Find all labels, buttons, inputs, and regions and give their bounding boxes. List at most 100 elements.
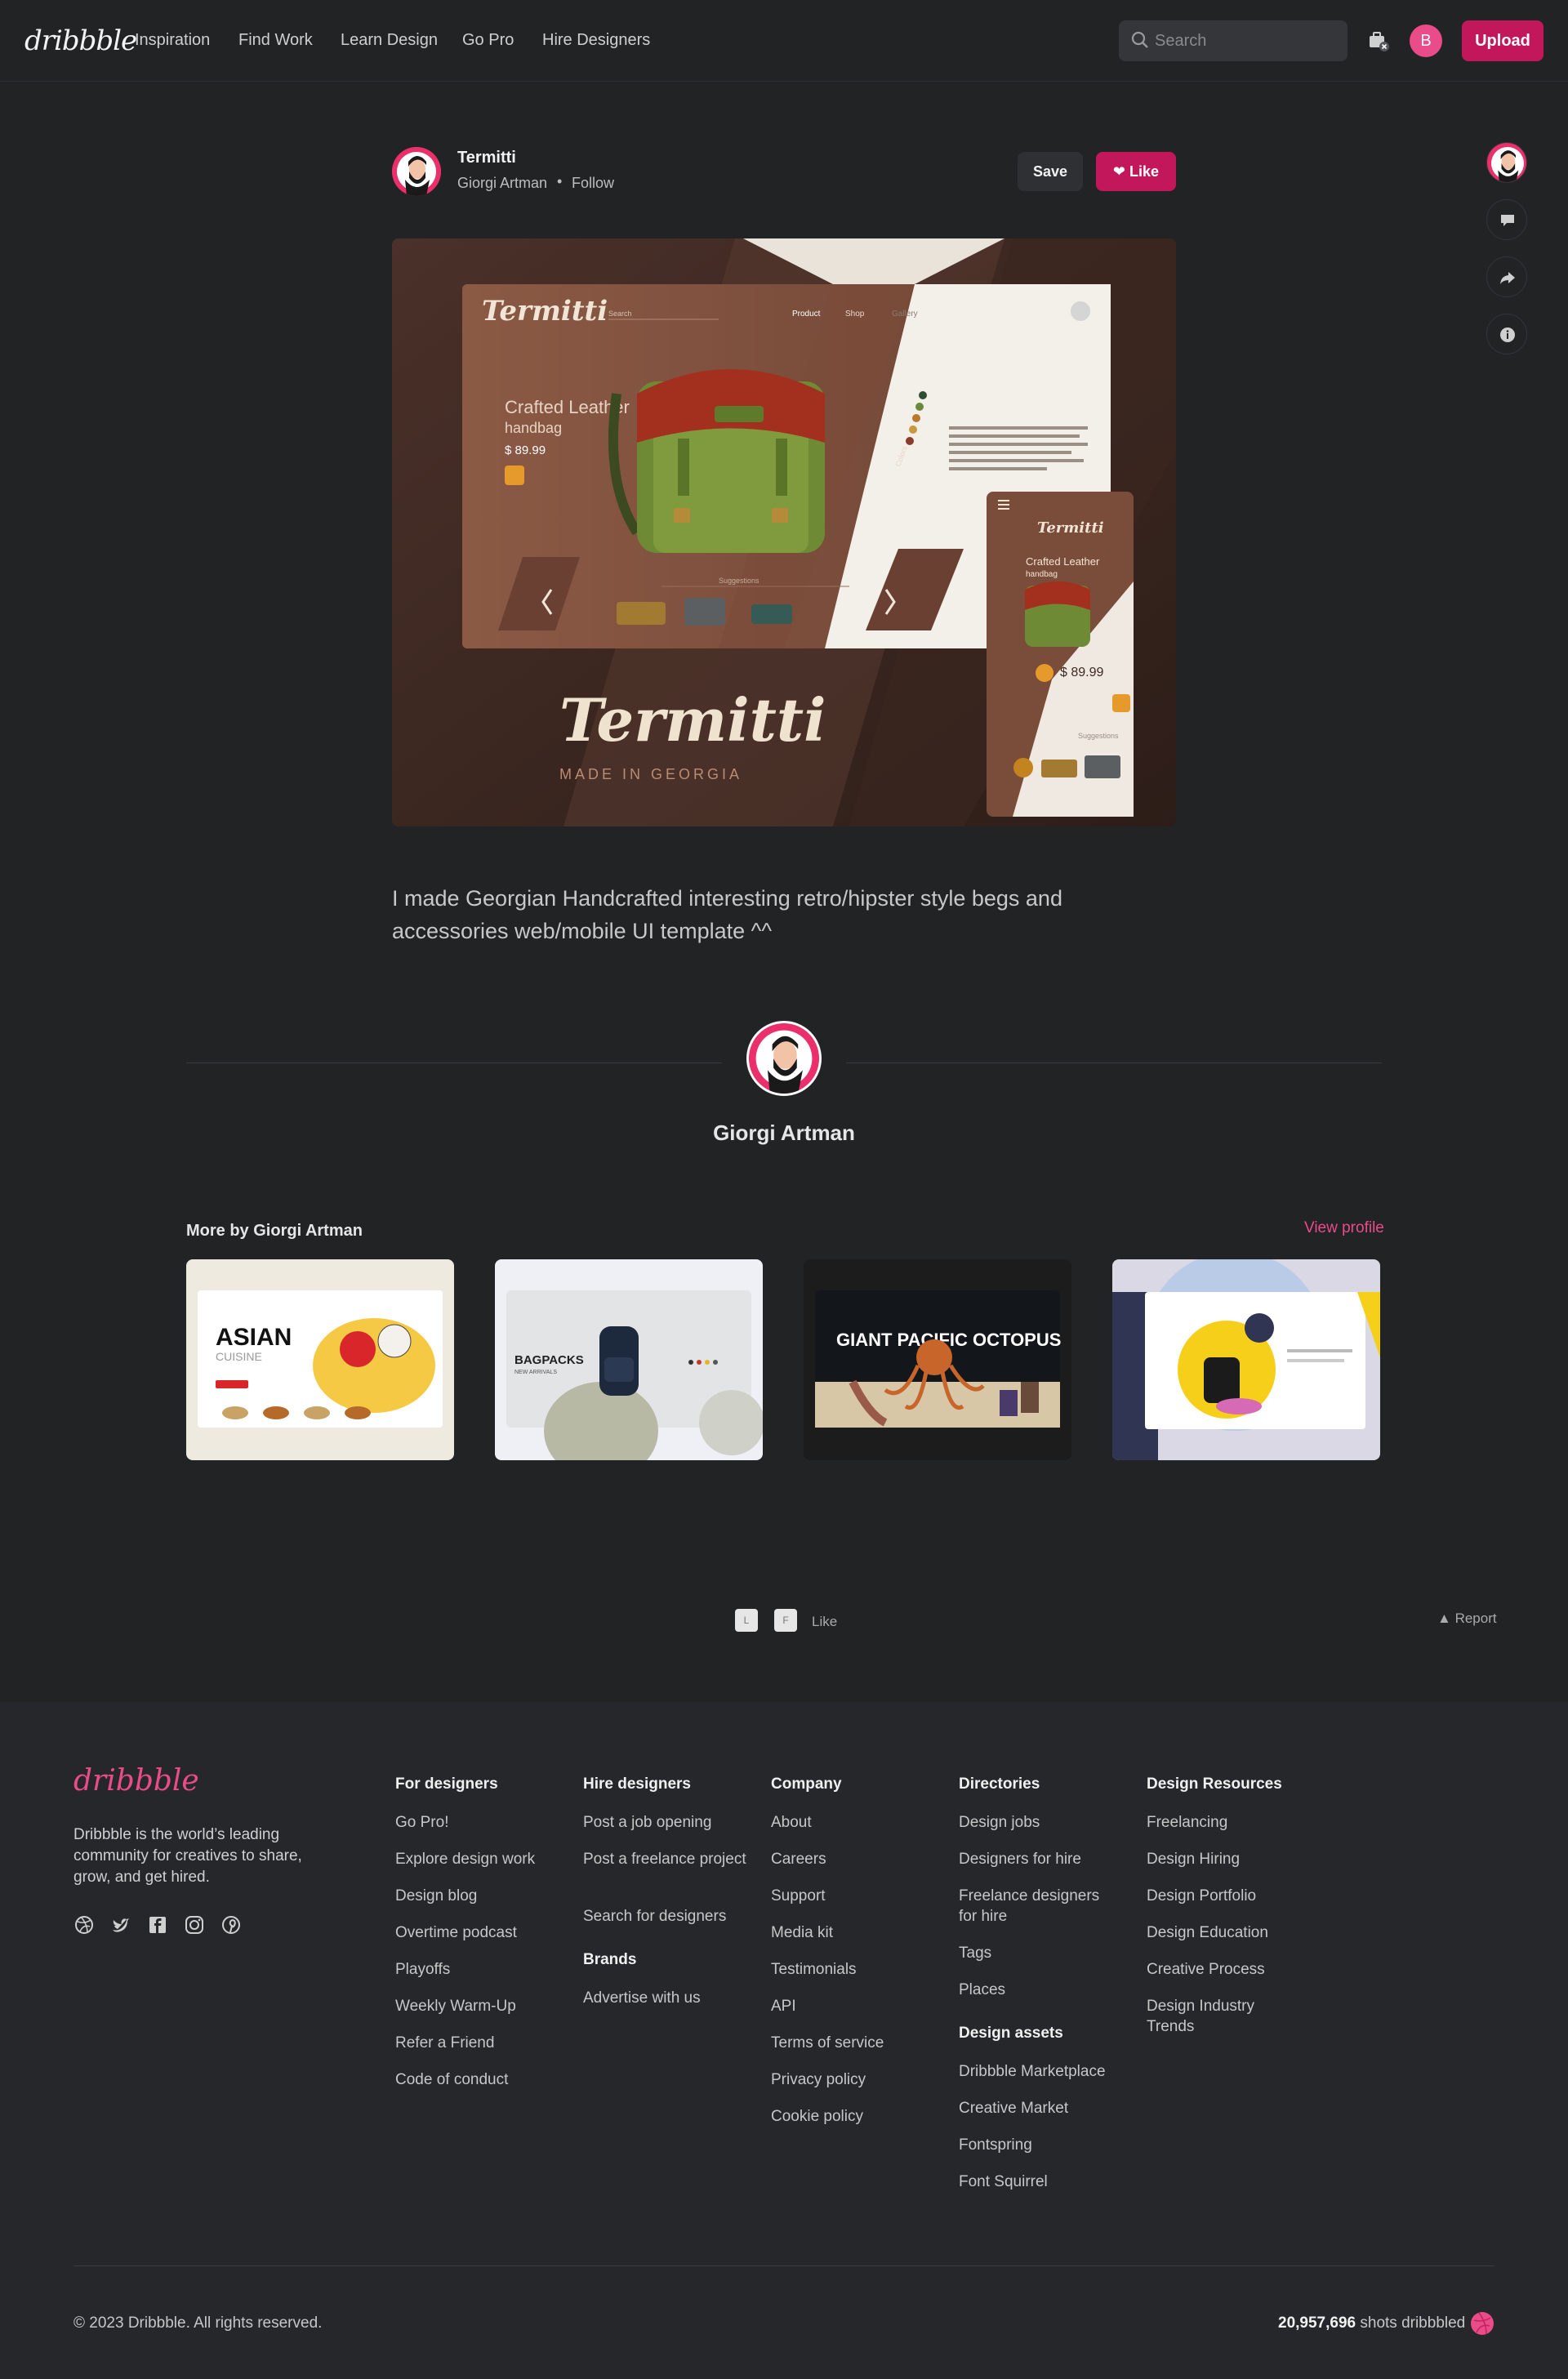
more-by-title: More by Giorgi Artman bbox=[186, 1222, 363, 1240]
comment-icon bbox=[1501, 215, 1514, 226]
footer-heading-design-resources: Design Resources bbox=[1147, 1775, 1282, 1793]
footer-link[interactable]: Design blog bbox=[395, 1886, 477, 1906]
like-text[interactable]: Like bbox=[812, 1614, 837, 1630]
footer-link[interactable]: Dribbble Marketplace bbox=[959, 2061, 1106, 2082]
footer-link[interactable]: Creative Process bbox=[1147, 1959, 1265, 1980]
footer-link[interactable]: Go Pro! bbox=[395, 1812, 448, 1833]
footer-link[interactable]: About bbox=[771, 1812, 812, 1833]
footer-link[interactable]: Search for designers bbox=[583, 1906, 726, 1927]
nav-inspiration[interactable]: Inspiration bbox=[135, 31, 210, 50]
upload-button[interactable]: Upload bbox=[1462, 20, 1544, 61]
mockup-nav-gallery: Gallery bbox=[892, 310, 918, 319]
footer-link[interactable]: Design Education bbox=[1147, 1922, 1268, 1943]
like-chip[interactable]: L bbox=[735, 1609, 758, 1632]
comments-button[interactable] bbox=[1486, 199, 1527, 240]
asian-cuisine-thumbnail: ASIAN CUISINE bbox=[198, 1290, 443, 1428]
report-link[interactable]: ▲ Report bbox=[1437, 1611, 1497, 1627]
footer-link[interactable]: Cookie policy bbox=[771, 2106, 863, 2127]
footer-link[interactable]: Freelancing bbox=[1147, 1812, 1227, 1833]
shot-author-link[interactable]: Giorgi Artman bbox=[457, 175, 547, 192]
save-button[interactable]: Save bbox=[1018, 152, 1083, 191]
like-chip[interactable]: F bbox=[774, 1609, 797, 1632]
mockup-search: Search bbox=[608, 310, 632, 318]
shot-thumbnail[interactable]: BAGPACKS NEW ARRIVALS bbox=[495, 1259, 763, 1460]
footer-link[interactable]: Design Hiring bbox=[1147, 1849, 1240, 1869]
footer-divider bbox=[74, 2265, 1494, 2266]
search-box[interactable] bbox=[1119, 20, 1348, 61]
search-icon bbox=[1131, 31, 1148, 48]
share-button[interactable] bbox=[1486, 256, 1527, 297]
shots-count-number: 20,957,696 bbox=[1278, 2314, 1356, 2332]
footer-link[interactable]: Privacy policy bbox=[771, 2069, 866, 2090]
footer-link[interactable]: Freelance designers for hire bbox=[959, 1886, 1114, 1927]
footer-link[interactable]: Refer a Friend bbox=[395, 2033, 494, 2053]
footer-link[interactable]: Code of conduct bbox=[395, 2069, 508, 2090]
heart-icon: ❤ bbox=[1112, 163, 1126, 180]
pinterest-icon[interactable] bbox=[220, 1914, 242, 1936]
footer-link[interactable]: Creative Market bbox=[959, 2098, 1068, 2118]
illustration-thumbnail bbox=[1112, 1259, 1380, 1460]
nav-go-pro[interactable]: Go Pro bbox=[462, 31, 514, 50]
instagram-icon[interactable] bbox=[184, 1914, 205, 1936]
view-profile-link[interactable]: View profile bbox=[1304, 1219, 1384, 1237]
footer-link[interactable]: Terms of service bbox=[771, 2033, 884, 2053]
footer-heading-company: Company bbox=[771, 1775, 842, 1793]
info-icon bbox=[1500, 327, 1515, 342]
footer-heading-design-assets: Design assets bbox=[959, 2025, 1063, 2042]
shot-thumbnail[interactable] bbox=[1112, 1259, 1380, 1460]
nav-find-work[interactable]: Find Work bbox=[238, 31, 313, 50]
footer-link[interactable]: Weekly Warm-Up bbox=[395, 1996, 516, 2016]
author-large-avatar[interactable] bbox=[746, 1021, 822, 1096]
shot-title: Termitti bbox=[457, 149, 516, 167]
footer-link[interactable]: Explore design work bbox=[395, 1849, 535, 1869]
rail-author-avatar[interactable] bbox=[1486, 142, 1527, 183]
footer-link[interactable]: API bbox=[771, 1996, 796, 2016]
twitter-icon[interactable] bbox=[110, 1914, 131, 1936]
footer-link[interactable]: Playoffs bbox=[395, 1959, 450, 1980]
footer-link[interactable]: Designers for hire bbox=[959, 1849, 1081, 1869]
mockup-mobile-line1: Crafted Leather bbox=[1026, 555, 1100, 568]
separator-dot: • bbox=[557, 173, 563, 189]
footer-link[interactable]: Font Squirrel bbox=[959, 2172, 1048, 2192]
footer-link[interactable]: Testimonials bbox=[771, 1959, 857, 1980]
mockup-mobile-price: $ 89.99 bbox=[1060, 666, 1103, 679]
nav-learn-design[interactable]: Learn Design bbox=[341, 31, 438, 50]
footer-logo[interactable]: dribbble bbox=[74, 1764, 199, 1798]
footer-heading-for-designers: For designers bbox=[395, 1775, 498, 1793]
footer-link[interactable]: Overtime podcast bbox=[395, 1922, 517, 1943]
footer-link[interactable]: Support bbox=[771, 1886, 826, 1906]
footer-link[interactable]: Places bbox=[959, 1980, 1005, 2000]
follow-link[interactable]: Follow bbox=[572, 175, 614, 192]
like-button-label: Like bbox=[1129, 163, 1160, 180]
facebook-icon[interactable] bbox=[147, 1914, 168, 1936]
footer-link[interactable]: Fontspring bbox=[959, 2135, 1032, 2155]
like-button[interactable]: ❤ Like bbox=[1096, 152, 1176, 191]
footer-link[interactable]: Advertise with us bbox=[583, 1988, 701, 2008]
mockup-tagline: MADE IN GEORGIA bbox=[559, 766, 742, 782]
info-button[interactable] bbox=[1486, 314, 1527, 354]
mockup-mobile-line2: handbag bbox=[1026, 570, 1058, 579]
footer-link[interactable]: Post a freelance project bbox=[583, 1849, 746, 1869]
shot-thumbnail[interactable]: GIANT PACIFIC OCTOPUS bbox=[804, 1259, 1071, 1460]
briefcase-icon[interactable] bbox=[1367, 29, 1390, 52]
footer-link[interactable]: Design jobs bbox=[959, 1812, 1040, 1833]
footer-link[interactable]: Careers bbox=[771, 1849, 826, 1869]
footer-heading-hire-designers: Hire designers bbox=[583, 1775, 691, 1793]
dribbble-logo[interactable]: dribbble bbox=[24, 25, 137, 57]
dribbble-icon[interactable] bbox=[74, 1914, 95, 1936]
footer-link[interactable]: Design Portfolio bbox=[1147, 1886, 1256, 1906]
shot-image[interactable]: Termitti Search Product Shop Gallery Cra… bbox=[392, 238, 1176, 826]
author-name[interactable]: Giorgi Artman bbox=[621, 1120, 947, 1146]
footer-link[interactable]: Tags bbox=[959, 1943, 991, 1963]
shot-thumbnail[interactable]: ASIAN CUISINE bbox=[186, 1259, 454, 1460]
author-avatar[interactable] bbox=[392, 147, 441, 196]
footer-link[interactable]: Design Industry Trends bbox=[1147, 1996, 1277, 2037]
mockup-mobile-suggestions: Suggestions bbox=[1078, 732, 1119, 740]
footer-link[interactable]: Post a job opening bbox=[583, 1812, 711, 1833]
report-label: Report bbox=[1454, 1611, 1497, 1626]
search-input[interactable] bbox=[1155, 30, 1334, 51]
user-avatar[interactable]: B bbox=[1410, 25, 1442, 57]
nav-hire-designers[interactable]: Hire Designers bbox=[542, 31, 650, 50]
bearded-man-avatar-icon bbox=[392, 147, 441, 196]
footer-link[interactable]: Media kit bbox=[771, 1922, 833, 1943]
